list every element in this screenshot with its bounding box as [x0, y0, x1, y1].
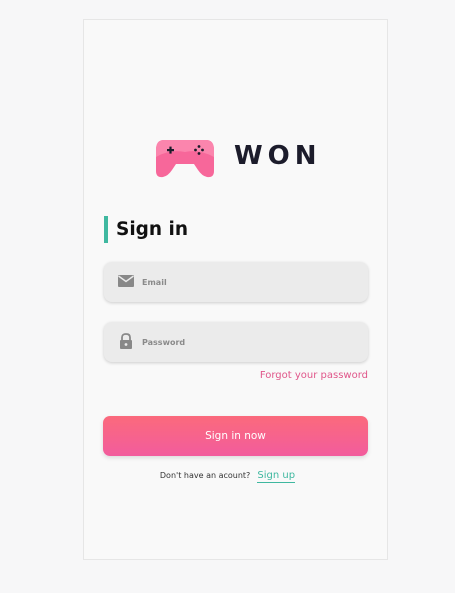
sign-in-heading: Sign in: [104, 215, 188, 243]
gamepad-icon: [156, 140, 214, 178]
password-input[interactable]: [142, 322, 357, 362]
page-title: Sign in: [116, 218, 189, 240]
lock-icon: [120, 333, 132, 349]
brand-name: WON: [234, 141, 322, 171]
heading-accent-bar: [104, 215, 108, 243]
envelope-icon: [118, 275, 134, 287]
signup-prompt-row: Don't have an acount? Sign up: [0, 463, 455, 483]
sign-up-link[interactable]: Sign up: [257, 470, 296, 483]
email-input[interactable]: [142, 262, 357, 302]
brand-logo: WON: [154, 137, 320, 181]
password-field[interactable]: [104, 322, 368, 362]
sign-in-button[interactable]: Sign in now: [103, 416, 368, 456]
email-field[interactable]: [104, 262, 368, 302]
forgot-password-link[interactable]: Forgot your password: [260, 370, 368, 381]
signup-prompt-text: Don't have an acount?: [159, 471, 251, 480]
